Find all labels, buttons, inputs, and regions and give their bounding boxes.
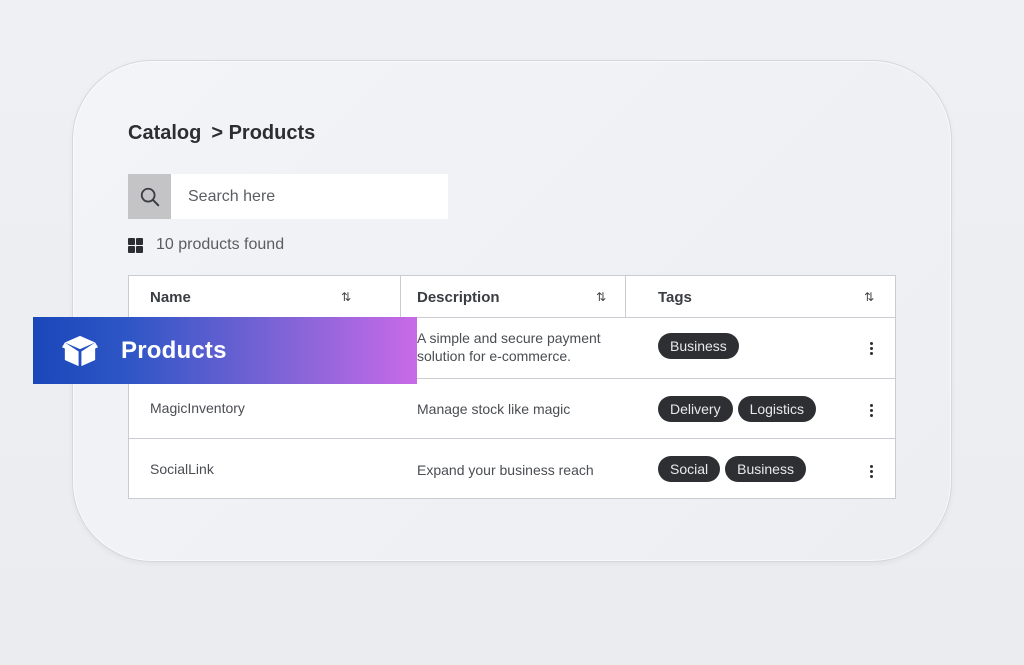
- search-button[interactable]: [128, 174, 171, 219]
- page: Catalog > Products 10 products found Nam…: [0, 0, 1024, 665]
- row-tags: Social Business: [658, 456, 806, 482]
- kebab-menu-icon[interactable]: [863, 340, 879, 356]
- row-description: Expand your business reach: [417, 462, 594, 478]
- tag-badge[interactable]: Delivery: [658, 396, 733, 422]
- table-row[interactable]: SocialLink Expand your business reach So…: [129, 439, 895, 498]
- row-tags: Business: [658, 333, 739, 359]
- breadcrumb-catalog[interactable]: Catalog: [128, 122, 201, 145]
- results-count-label: 10 products found: [156, 236, 285, 253]
- grid-icon[interactable]: [128, 237, 143, 253]
- row-name: MagicInventory: [150, 400, 245, 416]
- products-table: Name ⇅ Description ⇅ Tags ⇅ A simple and…: [128, 275, 896, 499]
- search-input[interactable]: [171, 174, 448, 219]
- column-label: Description: [417, 288, 500, 306]
- column-label: Name: [150, 288, 191, 306]
- row-description: A simple and secure payment solution for…: [417, 330, 601, 364]
- sort-icon[interactable]: ⇅: [341, 290, 351, 304]
- column-header-description[interactable]: Description ⇅: [401, 276, 626, 318]
- column-header-tags[interactable]: Tags ⇅: [626, 276, 895, 318]
- tag-badge[interactable]: Business: [658, 333, 739, 359]
- kebab-menu-icon[interactable]: [863, 402, 879, 418]
- table-row[interactable]: MagicInventory Manage stock like magic D…: [129, 379, 895, 439]
- tag-badge[interactable]: Business: [725, 456, 806, 482]
- search-icon: [140, 187, 159, 206]
- search-bar: [128, 174, 448, 219]
- products-banner: Products: [33, 317, 417, 384]
- column-label: Tags: [658, 288, 692, 306]
- breadcrumb: Catalog > Products: [128, 122, 315, 145]
- results-count: 10 products found: [128, 236, 284, 254]
- table-header: Name ⇅ Description ⇅ Tags ⇅: [129, 276, 895, 318]
- sort-icon[interactable]: ⇅: [596, 290, 606, 304]
- tag-badge[interactable]: Social: [658, 456, 721, 482]
- box-icon: [62, 335, 98, 366]
- tag-badge[interactable]: Logistics: [737, 396, 817, 422]
- column-header-name[interactable]: Name ⇅: [129, 276, 401, 318]
- kebab-menu-icon[interactable]: [863, 463, 879, 479]
- breadcrumb-products: > Products: [211, 122, 316, 144]
- row-name: SocialLink: [150, 461, 214, 477]
- row-tags: Delivery Logistics: [658, 396, 817, 422]
- banner-title: Products: [121, 336, 227, 364]
- row-description: Manage stock like magic: [417, 401, 571, 417]
- sort-icon[interactable]: ⇅: [864, 290, 874, 304]
